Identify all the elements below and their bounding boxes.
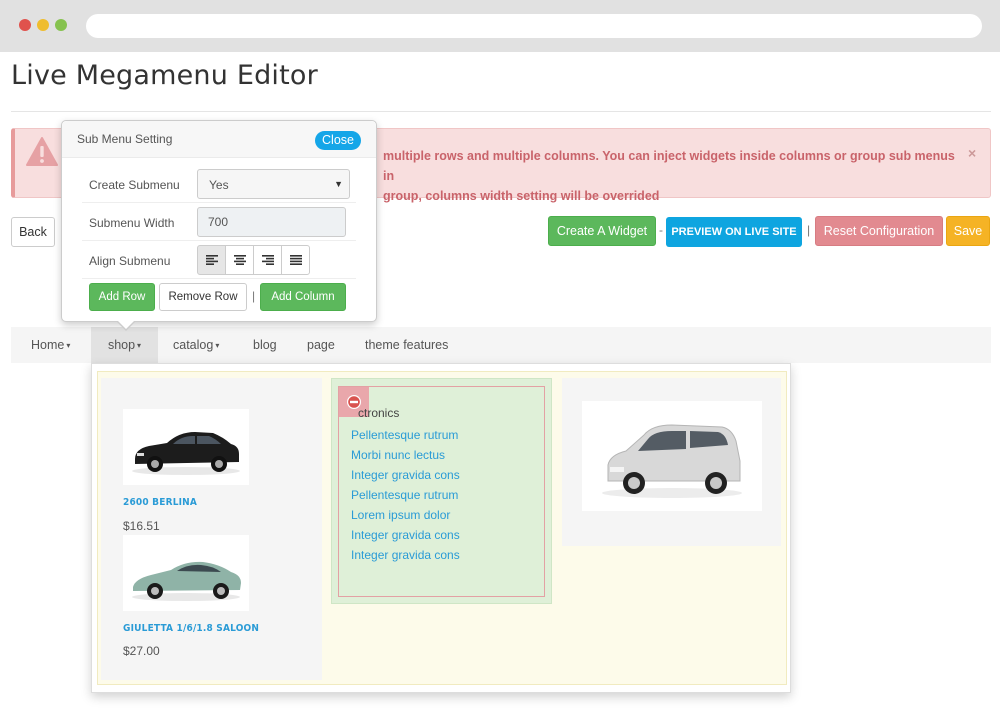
nav-item-label: Home [31,338,65,352]
nav-item-theme-features[interactable]: theme features [365,327,448,363]
title-divider [11,111,991,112]
align-submenu-group [197,245,310,275]
chevron-down-icon: ▼ [334,179,343,189]
align-left-icon[interactable] [197,245,226,275]
nav-item-page[interactable]: page [307,327,335,363]
nav-item-label: theme features [365,338,449,352]
megamenu-column-image[interactable] [562,378,781,546]
create-submenu-select[interactable]: Yes ▼ [197,169,350,199]
popover-close-button[interactable]: Close [315,131,361,150]
megamenu-row: 2600 BERLINA $16.51 GIULETTA 1/6/1.8 SAL… [97,371,787,685]
category-link[interactable]: Lorem ipsum dolor [351,505,460,525]
align-center-icon[interactable] [225,245,254,275]
nav-item-label: shop [107,338,136,352]
window-close-dot[interactable] [19,19,31,31]
popover-arrow [116,320,136,331]
reset-configuration-button[interactable]: Reset Configuration [815,216,943,246]
category-link[interactable]: Integer gravida cons [351,465,460,485]
nav-item-shop[interactable]: shop ▾ [91,327,158,363]
product-name-link[interactable]: 2600 BERLINA [123,497,197,508]
caret-down-icon: ▾ [215,341,220,350]
alert-message: multiple rows and multiple columns. You … [383,146,963,206]
remove-row-button[interactable]: Remove Row [159,283,247,311]
product-image-green-coupe[interactable] [123,535,249,611]
category-link[interactable]: Pellentesque rutrum [351,425,460,445]
megamenu-column-category[interactable]: ctronics Pellentesque rutrum Morbi nunc … [331,378,552,604]
sub-menu-setting-popover: Sub Menu Setting Close Create Submenu Ye… [61,120,377,331]
category-heading: ctronics [358,406,400,420]
alert-close-icon[interactable]: × [968,145,976,161]
category-link[interactable]: Pellentesque rutrum [351,485,460,505]
megamenu-column-products[interactable]: 2600 BERLINA $16.51 GIULETTA 1/6/1.8 SAL… [101,378,322,680]
add-column-button[interactable]: Add Column [260,283,346,311]
alert-message-line-1: multiple rows and multiple columns. You … [383,149,955,183]
category-link-list: Pellentesque rutrum Morbi nunc lectus In… [351,425,460,565]
caret-down-icon: ▾ [137,341,142,350]
browser-chrome [0,0,1000,52]
category-link[interactable]: Integer gravida cons [351,545,460,565]
warning-icon [26,137,58,166]
product-image-white-minivan[interactable] [582,401,762,511]
product-price: $27.00 [123,644,160,658]
product-price: $16.51 [123,519,160,533]
popover-header: Sub Menu Setting Close [62,121,376,158]
alert-message-line-2: group, columns width setting will be ove… [383,189,660,203]
popover-title: Sub Menu Setting [77,132,173,146]
address-bar[interactable] [86,14,982,38]
back-button[interactable]: Back [11,217,55,247]
window-maximize-dot[interactable] [55,19,67,31]
submenu-width-input[interactable]: 700 [197,207,346,237]
page-title: Live Megamenu Editor [11,60,318,91]
category-link[interactable]: Morbi nunc lectus [351,445,460,465]
toolbar-separator: | [807,223,811,237]
nav-item-blog[interactable]: blog [253,327,277,363]
create-submenu-label: Create Submenu [89,178,180,192]
add-row-button[interactable]: Add Row [89,283,155,311]
nav-item-catalog[interactable]: catalog ▾ [173,327,219,363]
create-widget-button[interactable]: Create A Widget [548,216,656,246]
category-link[interactable]: Integer gravida cons [351,525,460,545]
nav-item-label: page [307,338,335,352]
align-justify-icon[interactable] [281,245,310,275]
caret-down-icon: ▾ [66,341,71,350]
product-image-black-sedan[interactable] [123,409,249,485]
category-widget: ctronics Pellentesque rutrum Morbi nunc … [338,386,545,597]
create-submenu-value: Yes [209,178,229,192]
align-submenu-label: Align Submenu [89,254,171,268]
preview-live-site-button[interactable]: PREVIEW ON LIVE SITE [666,217,802,247]
nav-item-label: blog [253,338,277,352]
popover-button-separator: | [252,289,256,303]
window-minimize-dot[interactable] [37,19,49,31]
nav-item-label: catalog [173,338,214,352]
product-name-link[interactable]: GIULETTA 1/6/1.8 SALOON [123,623,259,634]
align-right-icon[interactable] [253,245,282,275]
submenu-width-label: Submenu Width [89,216,175,230]
shop-megamenu-dropdown: 2600 BERLINA $16.51 GIULETTA 1/6/1.8 SAL… [91,363,791,693]
nav-item-home[interactable]: Home ▾ [31,327,70,363]
save-button[interactable]: Save [946,216,990,246]
main-menu-bar: Home ▾ shop ▾ catalog ▾ blog page theme fea… [11,327,991,363]
toolbar-separator: - [659,223,663,237]
